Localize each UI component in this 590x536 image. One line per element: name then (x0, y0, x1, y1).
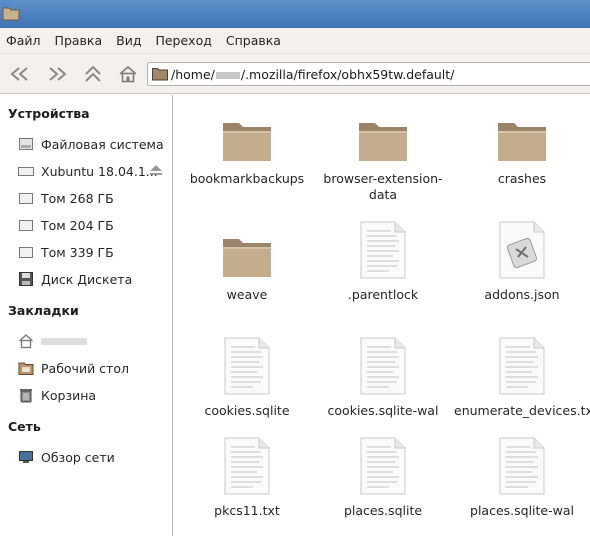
home-icon (18, 333, 34, 349)
text-file-icon (224, 337, 270, 395)
menu-edit[interactable]: Правка (55, 33, 111, 48)
text-file-icon (499, 437, 545, 495)
redacted-home-label (41, 337, 87, 345)
bookmarks-section-title: Закладки (8, 303, 79, 318)
toolbar: /home//.mozilla/firefox/obhx59tw.default… (0, 54, 590, 94)
file-item[interactable]: cookies.sqlite (179, 337, 315, 419)
up-button[interactable] (79, 61, 107, 87)
menu-help[interactable]: Справка (226, 33, 289, 48)
devices-section-title: Устройства (8, 106, 90, 121)
network-section-title: Сеть (8, 419, 41, 434)
file-view: bookmarkbackups browser-extension-data c… (173, 95, 590, 536)
up-arrow-icon (85, 65, 101, 82)
file-item[interactable]: addons.json (454, 221, 590, 303)
file-item[interactable]: places.sqlite (315, 437, 451, 519)
text-file-icon (224, 437, 270, 495)
folder-icon (359, 123, 407, 161)
drive-icon (18, 217, 34, 233)
sidebar-item-volume-204[interactable]: Том 204 ГБ (18, 215, 170, 235)
text-file-icon (360, 437, 406, 495)
sidebar-item-floppy[interactable]: Диск Дискета (18, 269, 170, 289)
desktop-icon (18, 360, 34, 376)
back-arrow-icon (10, 67, 28, 81)
file-item[interactable]: weave (179, 221, 315, 303)
forward-button[interactable] (43, 61, 71, 87)
location-bar[interactable]: /home//.mozilla/firefox/obhx59tw.default… (147, 62, 590, 86)
menu-go[interactable]: Переход (155, 33, 219, 48)
drive-icon (18, 190, 34, 206)
home-icon (119, 65, 137, 83)
menubar: Файл Правка Вид Переход Справка (0, 28, 590, 54)
file-item[interactable]: browser-extension-data (315, 105, 451, 203)
home-button[interactable] (114, 61, 142, 87)
sidebar-item-filesystem[interactable]: Файловая система (18, 134, 170, 154)
text-file-icon (360, 337, 406, 395)
floppy-icon (18, 271, 34, 287)
location-path: /home//.mozilla/firefox/obhx59tw.default… (171, 66, 455, 82)
file-item[interactable]: cookies.sqlite-wal (315, 337, 451, 419)
sidebar-item-trash[interactable]: Корзина (18, 385, 170, 405)
trash-icon (18, 387, 34, 403)
back-button[interactable] (6, 61, 34, 87)
eject-icon[interactable] (149, 164, 163, 176)
menu-view[interactable]: Вид (116, 33, 149, 48)
file-item[interactable]: bookmarkbackups (179, 105, 315, 187)
sidebar-item-home[interactable] (18, 331, 170, 351)
sidebar-item-network[interactable]: Обзор сети (18, 447, 170, 467)
sidebar: Устройства Файловая система Xubuntu 18.0… (0, 95, 172, 536)
folder-icon (498, 123, 546, 161)
sidebar-item-xubuntu[interactable]: Xubuntu 18.04.1... (18, 161, 170, 181)
file-item[interactable]: places.sqlite-wal (454, 437, 590, 519)
sidebar-item-volume-339[interactable]: Том 339 ГБ (18, 242, 170, 262)
drive-icon (18, 163, 34, 179)
file-item[interactable]: crashes (454, 105, 590, 187)
folder-icon (223, 239, 271, 277)
file-item[interactable]: .parentlock (315, 221, 451, 303)
text-file-icon (360, 221, 406, 279)
folder-icon (152, 68, 168, 81)
drive-icon (18, 244, 34, 260)
sidebar-item-desktop[interactable]: Рабочий стол (18, 358, 170, 378)
folder-app-icon (2, 7, 20, 21)
json-file-icon (499, 221, 545, 279)
sidebar-item-volume-268[interactable]: Том 268 ГБ (18, 188, 170, 208)
filesystem-icon (18, 136, 34, 152)
window-titlebar[interactable] (0, 0, 590, 28)
menu-file[interactable]: Файл (6, 33, 49, 48)
text-file-icon (499, 337, 545, 395)
file-item[interactable]: pkcs11.txt (179, 437, 315, 519)
network-icon (18, 449, 34, 465)
forward-arrow-icon (49, 67, 67, 81)
redacted-username (215, 71, 240, 79)
file-item[interactable]: enumerate_devices.txt (454, 337, 590, 419)
folder-icon (223, 123, 271, 161)
